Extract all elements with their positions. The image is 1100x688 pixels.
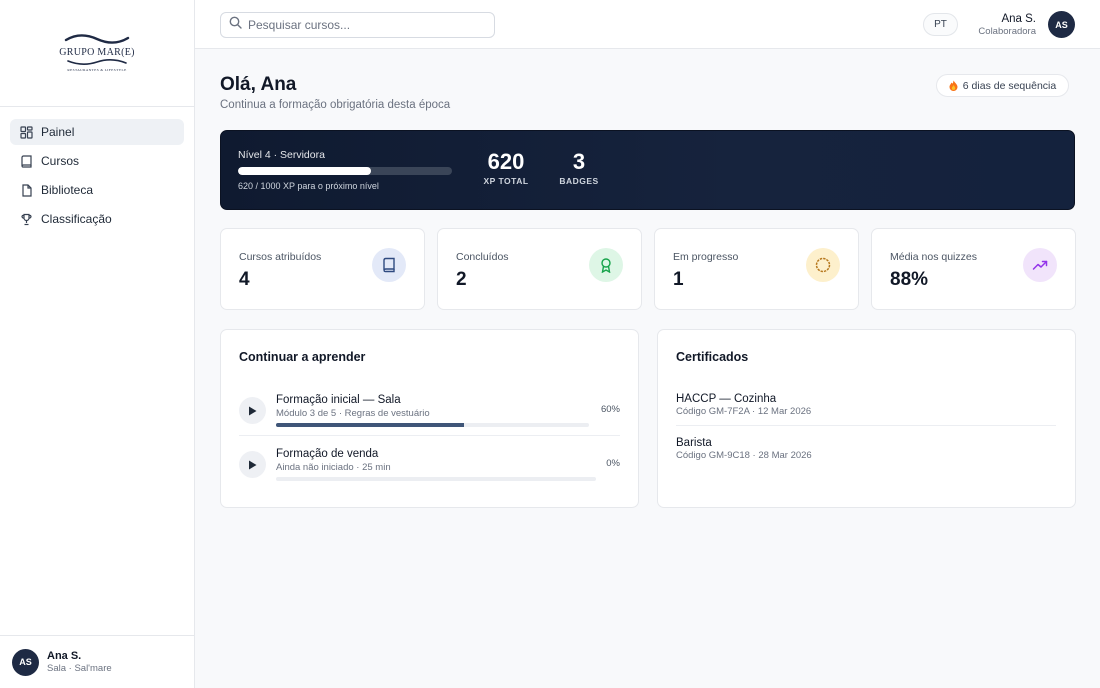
xp-progress-bar	[238, 167, 452, 175]
panel-title: Certificados	[676, 350, 749, 364]
certificate-subtitle: Código GM-9C18 · 28 Mar 2026	[676, 450, 812, 461]
stat-value: 88%	[890, 269, 929, 290]
certificates-panel: Certificados HACCP — Cozinha Código GM-7…	[657, 329, 1076, 508]
xp-progress-text: 620 / 1000 XP para o próximo nível	[238, 181, 379, 191]
sidebar-item-classificacao[interactable]: Classificação	[10, 206, 184, 232]
award-icon	[589, 248, 623, 282]
play-button[interactable]	[239, 397, 266, 424]
user-name: Ana S.	[47, 649, 82, 662]
search-box[interactable]	[220, 12, 495, 38]
page-title: Olá, Ana	[220, 74, 297, 95]
stat-label: Concluídos	[456, 251, 509, 263]
book-icon	[372, 248, 406, 282]
stat-value: 2	[456, 269, 467, 290]
streak-label: 6 dias de sequência	[962, 79, 1057, 92]
streak-badge: 6 dias de sequência	[936, 74, 1069, 97]
sidebar-nav: Painel Cursos Biblioteca Classificação	[0, 107, 194, 232]
certificate-item[interactable]: HACCP — Cozinha Código GM-7F2A · 12 Mar …	[676, 392, 1056, 418]
sidebar-item-biblioteca[interactable]: Biblioteca	[10, 177, 184, 203]
course-title: Formação inicial — Sala	[276, 394, 401, 406]
trophy-icon	[19, 212, 33, 226]
trend-up-icon	[1023, 248, 1057, 282]
sidebar-item-painel[interactable]: Painel	[10, 119, 184, 145]
greeting: Olá, Ana Continua a formação obrigatória…	[220, 74, 450, 111]
wave-icon	[67, 59, 127, 65]
stat-card-completed[interactable]: Concluídos 2	[437, 228, 642, 310]
course-progress-fill	[276, 423, 464, 427]
level-banner: Nível 4 · Servidora 620 / 1000 XP para o…	[220, 130, 1075, 210]
divider	[676, 425, 1056, 426]
topbar: PT Ana S. Colaboradora AS	[195, 0, 1100, 49]
xp-progress-fill	[238, 167, 371, 175]
xp-total-label: XP TOTAL	[483, 176, 529, 186]
logo-area: GRUPO MAR(E) RESTAURANTES & LIFESTYLE	[0, 0, 194, 107]
wave-icon	[64, 34, 130, 44]
progress-circle-icon	[806, 248, 840, 282]
stat-label: Cursos atribuídos	[239, 251, 322, 263]
badges-value: 3	[572, 149, 586, 174]
sidebar-item-label: Painel	[41, 125, 75, 139]
course-progress-bar	[276, 477, 596, 481]
document-icon	[19, 183, 33, 197]
course-title: Formação de venda	[276, 448, 379, 460]
badges-label: BADGES	[559, 176, 599, 186]
logo-title: GRUPO MAR(E)	[59, 47, 135, 58]
certificate-subtitle: Código GM-7F2A · 12 Mar 2026	[676, 406, 812, 417]
page-subtitle: Continua a formação obrigatória desta ép…	[220, 99, 451, 111]
certificate-title: HACCP — Cozinha	[676, 393, 777, 405]
stat-value: 4	[239, 269, 250, 290]
sidebar-item-label: Cursos	[41, 154, 80, 168]
badges-stat: 3 BADGES	[557, 149, 601, 187]
user-role: Sala · Sal'mare	[47, 662, 112, 674]
language-selector[interactable]: PT	[923, 13, 958, 36]
xp-total-stat: 620 XP TOTAL	[483, 149, 529, 187]
certificate-item[interactable]: Barista Código GM-9C18 · 28 Mar 2026	[676, 436, 1056, 462]
certificate-title: Barista	[676, 437, 712, 449]
logo-subtitle: RESTAURANTES & LIFESTYLE	[67, 68, 127, 72]
stat-value: 1	[673, 269, 684, 290]
stat-card-assigned[interactable]: Cursos atribuídos 4	[220, 228, 425, 310]
sidebar-user[interactable]: AS Ana S. Sala · Sal'mare	[0, 635, 194, 688]
continue-learning-panel: Continuar a aprender Formação inicial — …	[220, 329, 639, 508]
stat-card-quiz-average[interactable]: Média nos quizzes 88%	[871, 228, 1076, 310]
course-subtitle: Módulo 3 de 5 · Regras de vestuário	[276, 408, 430, 419]
sidebar-item-label: Biblioteca	[41, 183, 94, 197]
sidebar-item-label: Classificação	[41, 212, 112, 226]
book-icon	[19, 154, 33, 168]
brand-logo[interactable]: GRUPO MAR(E) RESTAURANTES & LIFESTYLE	[57, 34, 137, 72]
user-name: Ana S.	[1001, 13, 1036, 25]
top-user-info: Ana S. Colaboradora	[978, 12, 1036, 38]
stat-label: Média nos quizzes	[890, 251, 977, 263]
level-label: Nível 4 · Servidora	[238, 149, 325, 161]
dashboard-icon	[19, 125, 33, 139]
divider	[239, 435, 620, 436]
search-input[interactable]	[248, 18, 478, 32]
user-role: Colaboradora	[978, 26, 1036, 37]
stat-label: Em progresso	[673, 251, 739, 263]
panel-title: Continuar a aprender	[239, 350, 366, 364]
flame-icon	[949, 80, 958, 91]
stats-cards: Cursos atribuídos 4 Concluídos 2 Em prog…	[220, 228, 1076, 310]
stat-card-in-progress[interactable]: Em progresso 1	[654, 228, 859, 310]
play-icon	[249, 460, 257, 469]
course-percent: 0%	[606, 458, 620, 469]
sidebar-item-cursos[interactable]: Cursos	[10, 148, 184, 174]
play-icon	[249, 406, 257, 415]
play-button[interactable]	[239, 451, 266, 478]
course-progress-bar	[276, 423, 589, 427]
avatar[interactable]: AS	[1048, 11, 1075, 38]
sidebar: GRUPO MAR(E) RESTAURANTES & LIFESTYLE Pa…	[0, 0, 195, 688]
course-percent: 60%	[600, 404, 620, 415]
search-icon	[229, 16, 242, 34]
xp-total-value: 620	[487, 149, 525, 174]
avatar: AS	[12, 648, 39, 676]
course-subtitle: Ainda não iniciado · 25 min	[276, 462, 391, 473]
